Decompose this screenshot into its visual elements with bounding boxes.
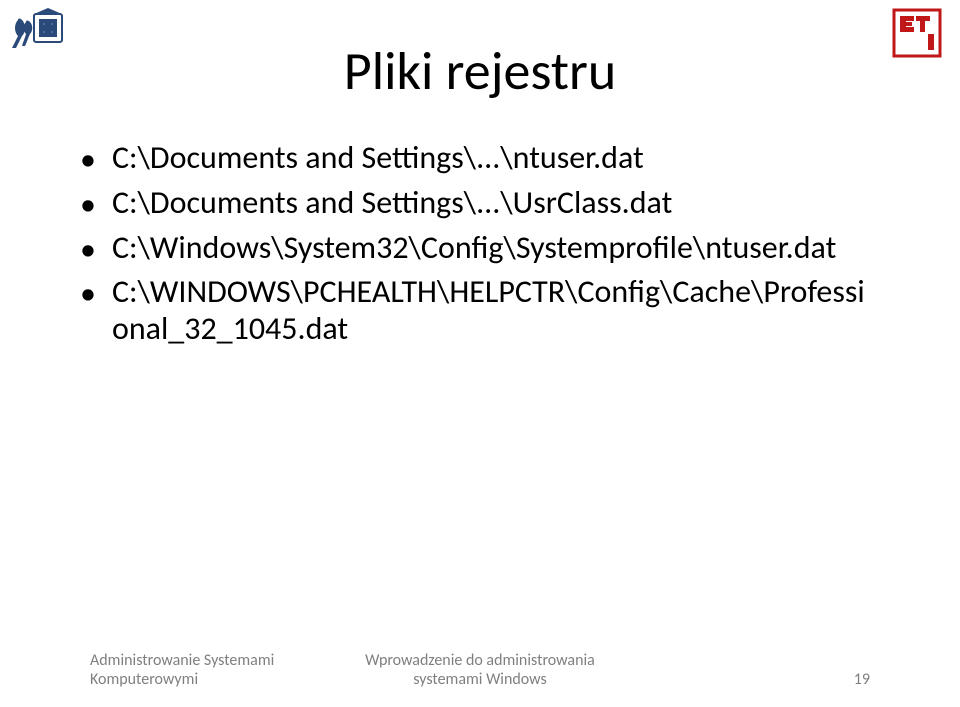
bullet-list: • C:\Documents and Settings\...\ntuser.d…: [80, 140, 880, 354]
bullet-icon: •: [80, 142, 96, 179]
list-item-text: C:\Documents and Settings\...\ntuser.dat: [112, 140, 644, 177]
list-item: • C:\Windows\System32\Config\Systemprofi…: [80, 230, 880, 269]
footer-page-number: 19: [610, 670, 960, 689]
bullet-icon: •: [80, 276, 96, 313]
bullet-icon: •: [80, 187, 96, 224]
footer-center: Wprowadzenie do administrowania systemam…: [350, 651, 610, 689]
list-item: • C:\Documents and Settings\...\ntuser.d…: [80, 140, 880, 179]
footer-left: Administrowanie Systemami Komputerowymi: [0, 651, 350, 689]
footer-center-line2: systemami Windows: [350, 670, 610, 689]
list-item: • C:\WINDOWS\PCHEALTH\HELPCTR\Config\Cac…: [80, 274, 880, 348]
page-title: Pliki rejestru: [0, 38, 960, 104]
list-item-text: C:\WINDOWS\PCHEALTH\HELPCTR\Config\Cache…: [112, 274, 880, 348]
footer-left-line1: Administrowanie Systemami: [90, 651, 350, 670]
list-item-text: C:\Windows\System32\Config\Systemprofile…: [112, 230, 836, 267]
slide: Pliki rejestru • C:\Documents and Settin…: [0, 0, 960, 707]
footer-center-line1: Wprowadzenie do administrowania: [350, 651, 610, 670]
list-item: • C:\Documents and Settings\...\UsrClass…: [80, 185, 880, 224]
footer: Administrowanie Systemami Komputerowymi …: [0, 651, 960, 689]
bullet-icon: •: [80, 232, 96, 269]
footer-left-line2: Komputerowymi: [90, 670, 350, 689]
list-item-text: C:\Documents and Settings\...\UsrClass.d…: [112, 185, 672, 222]
